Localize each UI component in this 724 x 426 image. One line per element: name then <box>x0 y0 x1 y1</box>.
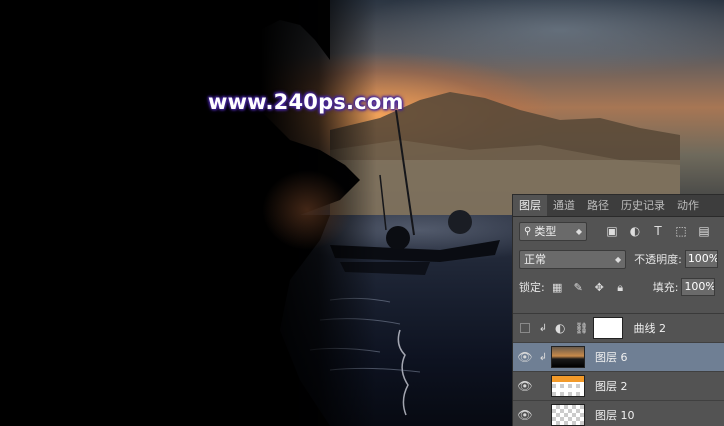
opacity-label: 不透明度: <box>634 253 682 266</box>
blend-row: 正常 ◆ 不透明度: 100% <box>513 245 724 273</box>
watermark-text: www.240ps.com <box>208 90 404 114</box>
chevron-updown-icon: ◆ <box>575 226 582 236</box>
lock-label: 锁定: <box>519 281 545 294</box>
layer-thumbnail <box>551 375 585 397</box>
search-icon: ⚲ <box>524 225 532 237</box>
eye-icon[interactable]: 👁︎ <box>513 379 537 393</box>
lock-all-icon[interactable]: 🔒︎ <box>614 281 627 294</box>
tab-actions[interactable]: 动作 <box>671 195 705 216</box>
adjustment-filter-icon[interactable]: ◐ <box>628 224 642 238</box>
layer-row-layer-10[interactable]: 👁︎ 图层 10 <box>513 401 724 426</box>
blend-mode-value: 正常 <box>524 253 546 266</box>
layer-mask-thumbnail[interactable] <box>593 317 624 339</box>
layer-row-layer-2[interactable]: 👁︎ 图层 2 <box>513 372 724 401</box>
pixel-filter-icon[interactable]: ▣ <box>605 224 619 238</box>
eye-icon[interactable]: 👁︎ <box>513 350 537 364</box>
fill-input[interactable]: 100% <box>681 278 716 296</box>
layer-name: 曲线 2 <box>633 322 666 335</box>
layer-name: 图层 10 <box>595 409 635 422</box>
chevron-updown-icon: ◆ <box>614 254 622 264</box>
lock-icons: ▦ ✎ ✥ 🔒︎ <box>551 281 627 294</box>
adjustment-layer-icon: ◐ <box>555 321 566 335</box>
shape-filter-icon[interactable]: ⬚ <box>674 224 688 238</box>
lock-row: 锁定: ▦ ✎ ✥ 🔒︎ 填充: 100% <box>513 273 724 301</box>
lock-transparent-icon[interactable]: ▦ <box>551 281 564 294</box>
link-chain-icon: ⛓ <box>574 321 589 335</box>
tab-history[interactable]: 历史记录 <box>615 195 671 216</box>
filter-row: ⚲ 类型 ◆ ▣ ◐ T ⬚ ▤ <box>513 217 724 245</box>
blend-mode-select[interactable]: 正常 ◆ <box>519 249 627 269</box>
eye-icon[interactable]: 👁︎ <box>513 408 537 422</box>
tab-channels[interactable]: 通道 <box>547 195 581 216</box>
smart-object-filter-icon[interactable]: ▤ <box>697 224 711 238</box>
filter-label: 类型 <box>534 225 557 238</box>
layer-name: 图层 2 <box>595 380 628 393</box>
layer-row-layer-6[interactable]: 👁︎ ↲ 图层 6 <box>513 343 724 372</box>
tab-paths[interactable]: 路径 <box>581 195 615 216</box>
clip-arrow-icon: ↲ <box>538 322 548 334</box>
tab-layers[interactable]: 图层 <box>513 195 547 216</box>
clip-arrow-icon: ↲ <box>538 351 548 363</box>
layers-panel: 图层 通道 路径 历史记录 动作 ⚲ 类型 ◆ ▣ ◐ T ⬚ ▤ 正常 ◆ 不… <box>512 194 724 426</box>
opacity-input[interactable]: 100% <box>684 250 718 268</box>
filter-icons: ▣ ◐ T ⬚ ▤ <box>605 224 711 238</box>
layer-thumbnail <box>551 404 585 426</box>
visibility-toggle[interactable] <box>520 323 530 333</box>
layer-list: ↲ ◐ ⛓ 曲线 2 👁︎ ↲ 图层 6 👁︎ 图层 2 👁︎ 图层 10 <box>513 313 724 426</box>
lock-brush-icon[interactable]: ✎ <box>572 281 585 294</box>
layer-row-curves-2[interactable]: ↲ ◐ ⛓ 曲线 2 <box>513 314 724 343</box>
lock-move-icon[interactable]: ✥ <box>593 281 606 294</box>
fill-label: 填充: <box>652 281 679 294</box>
layer-name: 图层 6 <box>595 351 628 364</box>
warm-glow <box>262 170 352 250</box>
layer-thumbnail <box>551 346 585 368</box>
panel-tabs: 图层 通道 路径 历史记录 动作 <box>513 195 724 217</box>
type-filter-icon[interactable]: T <box>651 224 665 238</box>
layer-filter-select[interactable]: ⚲ 类型 ◆ <box>519 221 587 241</box>
